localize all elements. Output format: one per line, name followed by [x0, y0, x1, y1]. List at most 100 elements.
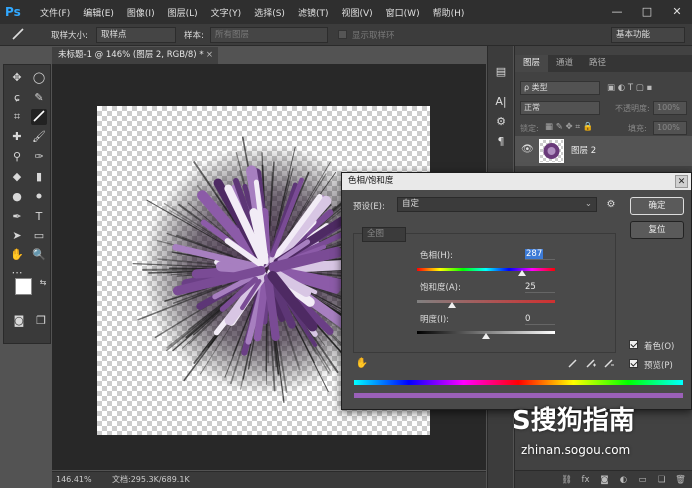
status-bar: 146.41% 文档:295.3K/689.1K: [52, 471, 486, 488]
clone-stamp-tool-icon[interactable]: ⚲: [9, 149, 25, 165]
menu-view[interactable]: 视图(V): [341, 6, 372, 19]
marquee-tool-icon[interactable]: ◯: [31, 70, 47, 86]
preview-checkbox[interactable]: [629, 359, 638, 368]
menu-filter[interactable]: 滤镜(T): [298, 6, 329, 19]
paragraph-panel-icon[interactable]: ¶: [493, 134, 509, 150]
quick-select-tool-icon[interactable]: ✎: [31, 90, 47, 106]
sample-size-select[interactable]: 取样点: [96, 27, 176, 43]
workspace-select[interactable]: 基本功能: [611, 27, 685, 43]
hand-tool-icon[interactable]: ✋: [9, 247, 25, 263]
character-panel-icon[interactable]: A|: [493, 94, 509, 110]
link-layers-icon[interactable]: ⛓: [560, 475, 573, 485]
menu-edit[interactable]: 编辑(E): [83, 6, 114, 19]
type-tool-icon[interactable]: T: [31, 209, 47, 225]
tab-close-icon[interactable]: ×: [206, 47, 213, 64]
eyedropper-plus-icon[interactable]: [584, 357, 598, 371]
swap-colors-icon[interactable]: ⇆: [35, 275, 51, 291]
target-adjust-hand-icon[interactable]: ✋: [355, 357, 369, 371]
show-ring-label: 显示取样环: [352, 31, 395, 41]
sample-label: 样本:: [184, 31, 204, 41]
new-layer-icon[interactable]: ❏: [655, 475, 668, 485]
sample-size-label: 取样大小:: [51, 31, 88, 41]
tools-panel: ✥ ◯ ɕ ✎ ⌗ ✚ 🖌 ⚲ ✑ ◆ ▮ ● ⚫ ✒ T ➤ ▭ ✋ 🔍 ⋯ …: [3, 64, 51, 344]
eyedropper-minus-icon[interactable]: [602, 357, 616, 371]
menu-help[interactable]: 帮助(H): [433, 6, 465, 19]
show-ring-checkbox[interactable]: [338, 30, 347, 39]
preset-select[interactable]: 自定 ⌄: [397, 197, 597, 212]
eraser-tool-icon[interactable]: ◆: [9, 169, 25, 185]
zoom-tool-icon[interactable]: 🔍: [31, 247, 47, 263]
dodge-tool-icon[interactable]: ⚫: [31, 189, 47, 205]
layer-filter-icons[interactable]: ▣ ◐ T ▢ ▪: [607, 80, 687, 96]
add-mask-icon[interactable]: ◙: [598, 475, 611, 485]
menu-type[interactable]: 文字(Y): [211, 6, 242, 19]
layer-row[interactable]: 👁 图层 2: [515, 136, 692, 166]
path-select-tool-icon[interactable]: ➤: [9, 228, 25, 244]
foreground-color-swatch[interactable]: [15, 278, 32, 295]
tab-layers[interactable]: 图层: [515, 55, 549, 72]
ok-button[interactable]: 确定: [630, 197, 684, 215]
channel-select[interactable]: 全图: [362, 227, 406, 242]
channel-value: 全图: [367, 229, 385, 239]
reset-button[interactable]: 复位: [630, 221, 684, 239]
tab-channels[interactable]: 通道: [548, 55, 581, 72]
menu-window[interactable]: 窗口(W): [386, 6, 420, 19]
tab-paths[interactable]: 路径: [581, 55, 614, 72]
lightness-input[interactable]: 0: [525, 313, 555, 325]
zoom-level[interactable]: 146.41%: [56, 472, 92, 488]
dialog-close-icon[interactable]: ✕: [675, 175, 688, 188]
menu-file[interactable]: 文件(F): [40, 6, 70, 19]
sogou-watermark-logo: S搜狗指南: [512, 406, 635, 436]
layer-filter-select[interactable]: ρ 类型: [520, 81, 600, 95]
eyedropper-preset-icon[interactable]: [10, 27, 26, 43]
visibility-eye-icon[interactable]: 👁: [521, 144, 534, 155]
history-panel-icon[interactable]: ▤: [493, 64, 509, 80]
move-tool-icon[interactable]: ✥: [9, 70, 25, 86]
document-info[interactable]: 文档:295.3K/689.1K: [112, 472, 190, 488]
layer-style-icon[interactable]: fx: [579, 475, 592, 485]
blend-mode-select[interactable]: 正常: [520, 101, 600, 115]
eyedropper-icon[interactable]: [566, 357, 580, 371]
document-tab[interactable]: 未标题-1 @ 146% (图层 2, RGB/8) * ×: [52, 47, 218, 64]
adjustment-layer-icon[interactable]: ◐: [617, 475, 630, 485]
delete-layer-icon[interactable]: 🗑: [674, 475, 687, 485]
crop-tool-icon[interactable]: ⌗: [9, 109, 25, 125]
menu-image[interactable]: 图像(I): [127, 6, 155, 19]
blur-tool-icon[interactable]: ●: [9, 189, 25, 205]
close-button[interactable]: ✕: [662, 0, 692, 24]
options-bar: 取样大小: 取样点 样本: 所有图层 显示取样环 基本功能: [0, 24, 692, 46]
brush-tool-icon[interactable]: 🖌: [31, 129, 47, 145]
screen-mode-icon[interactable]: ❐: [33, 313, 49, 329]
photoshop-logo: Ps: [5, 5, 21, 19]
restore-button[interactable]: □: [632, 0, 662, 24]
sample-select[interactable]: 所有图层: [210, 27, 328, 43]
new-group-icon[interactable]: ▭: [636, 475, 649, 485]
eyedropper-tool-icon[interactable]: [31, 109, 47, 125]
layer-name[interactable]: 图层 2: [571, 144, 596, 156]
hue-label: 色相(H):: [420, 251, 453, 261]
hue-slider-thumb[interactable]: [517, 270, 526, 276]
menu-select[interactable]: 选择(S): [254, 6, 285, 19]
minimize-button[interactable]: —: [602, 0, 632, 24]
healing-brush-tool-icon[interactable]: ✚: [9, 129, 25, 145]
history-brush-tool-icon[interactable]: ✑: [31, 149, 47, 165]
saturation-slider-track[interactable]: [417, 300, 555, 303]
hue-slider-track[interactable]: [417, 268, 555, 271]
hue-input[interactable]: 287: [525, 248, 555, 260]
saturation-input[interactable]: 25: [525, 281, 555, 293]
fill-label: 填充:: [628, 124, 647, 133]
menu-layer[interactable]: 图层(L): [168, 6, 198, 19]
lightness-slider-thumb[interactable]: [482, 333, 490, 339]
colorize-checkbox[interactable]: [629, 340, 638, 349]
preset-options-gear-icon[interactable]: ⚙: [604, 198, 618, 212]
opacity-field[interactable]: 100%: [653, 101, 687, 115]
pen-tool-icon[interactable]: ✒: [9, 209, 25, 225]
saturation-slider-thumb[interactable]: [447, 302, 456, 308]
gradient-tool-icon[interactable]: ▮: [31, 169, 47, 185]
lock-icons[interactable]: ▦ ✎ ✥ ⌗ 🔒: [545, 122, 593, 132]
fill-field[interactable]: 100%: [653, 121, 687, 135]
quick-mask-icon[interactable]: ◙: [11, 313, 27, 329]
shape-tool-icon[interactable]: ▭: [31, 228, 47, 244]
lasso-tool-icon[interactable]: ɕ: [9, 90, 25, 106]
properties-panel-icon[interactable]: ⚙: [493, 114, 509, 130]
